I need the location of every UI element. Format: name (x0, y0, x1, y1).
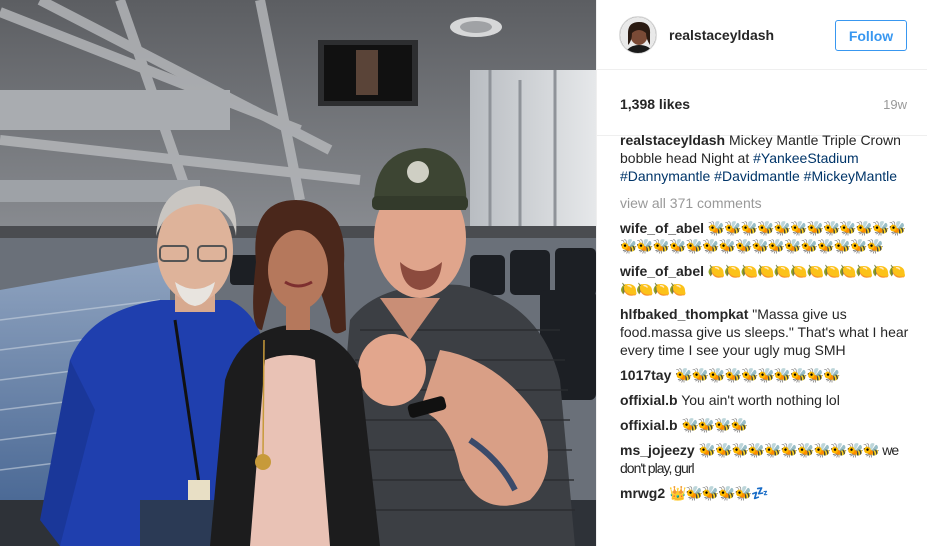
caption-username[interactable]: realstaceyldash (620, 132, 725, 148)
comment-item: hlfbaked_thompkat "Massa give us food.ma… (620, 305, 912, 359)
comment-username[interactable]: hlfbaked_thompkat (620, 306, 748, 322)
comment-text: You ain't worth nothing lol (681, 392, 840, 408)
post-caption: realstaceyldash Mickey Mantle Triple Cro… (620, 131, 912, 185)
comment-text: 🐝🐝🐝🐝 (681, 417, 748, 433)
comment-text: 👑🐝🐝🐝🐝💤 (669, 485, 769, 501)
comment-username[interactable]: wife_of_abel (620, 263, 704, 279)
hashtag-link[interactable]: #YankeeStadium (753, 150, 859, 166)
comment-username[interactable]: offixial.b (620, 392, 678, 408)
comment-item: 1017tay 🐝🐝🐝🐝🐝🐝🐝🐝🐝🐝 (620, 366, 912, 384)
post-username[interactable]: realstaceyldash (669, 27, 774, 43)
comment-item: wife_of_abel 🍋🍋🍋🍋🍋🍋🍋🍋🍋🍋🍋🍋🍋🍋🍋🍋 (620, 262, 912, 298)
comment-item: ms_jojeezy 🐝🐝🐝🐝🐝🐝🐝🐝🐝🐝🐝 we don't play, gu… (620, 441, 912, 477)
hashtag-link[interactable]: #MickeyMantle (804, 168, 897, 184)
hashtag-link[interactable]: #Dannymantle (620, 168, 710, 184)
post-timestamp[interactable]: 19w (883, 97, 907, 112)
avatar[interactable] (619, 15, 657, 54)
comment-item: offixial.b 🐝🐝🐝🐝 (620, 416, 912, 434)
comment-item: wife_of_abel 🐝🐝🐝🐝🐝🐝🐝🐝🐝🐝🐝🐝🐝🐝🐝🐝🐝🐝🐝🐝🐝🐝🐝🐝🐝🐝🐝… (620, 219, 912, 255)
comment-item: mrwg2 👑🐝🐝🐝🐝💤 (620, 484, 912, 502)
post-photo[interactable] (0, 0, 596, 546)
comment-username[interactable]: mrwg2 (620, 485, 665, 501)
comment-username[interactable]: offixial.b (620, 417, 678, 433)
hashtag-link[interactable]: #Davidmantle (714, 168, 800, 184)
comment-username[interactable]: ms_jojeezy (620, 442, 695, 458)
post-header: realstaceyldash Follow (597, 0, 927, 70)
post-sidebar: realstaceyldash Follow 1,398 likes 19w r… (596, 0, 927, 546)
comment-username[interactable]: 1017tay (620, 367, 671, 383)
likes-count[interactable]: 1,398 likes (620, 96, 690, 112)
comments-list: realstaceyldash Mickey Mantle Triple Cro… (620, 131, 912, 541)
profile-photo-icon (620, 16, 656, 53)
follow-button[interactable]: Follow (835, 20, 907, 51)
stadium-photo-illustration (0, 0, 596, 546)
comment-item: offixial.b You ain't worth nothing lol (620, 391, 912, 409)
comment-username[interactable]: wife_of_abel (620, 220, 704, 236)
engagement-row: 1,398 likes 19w (597, 70, 927, 136)
view-all-comments-link[interactable]: view all 371 comments (620, 194, 912, 212)
comment-text: 🐝🐝🐝🐝🐝🐝🐝🐝🐝🐝 (675, 367, 840, 383)
